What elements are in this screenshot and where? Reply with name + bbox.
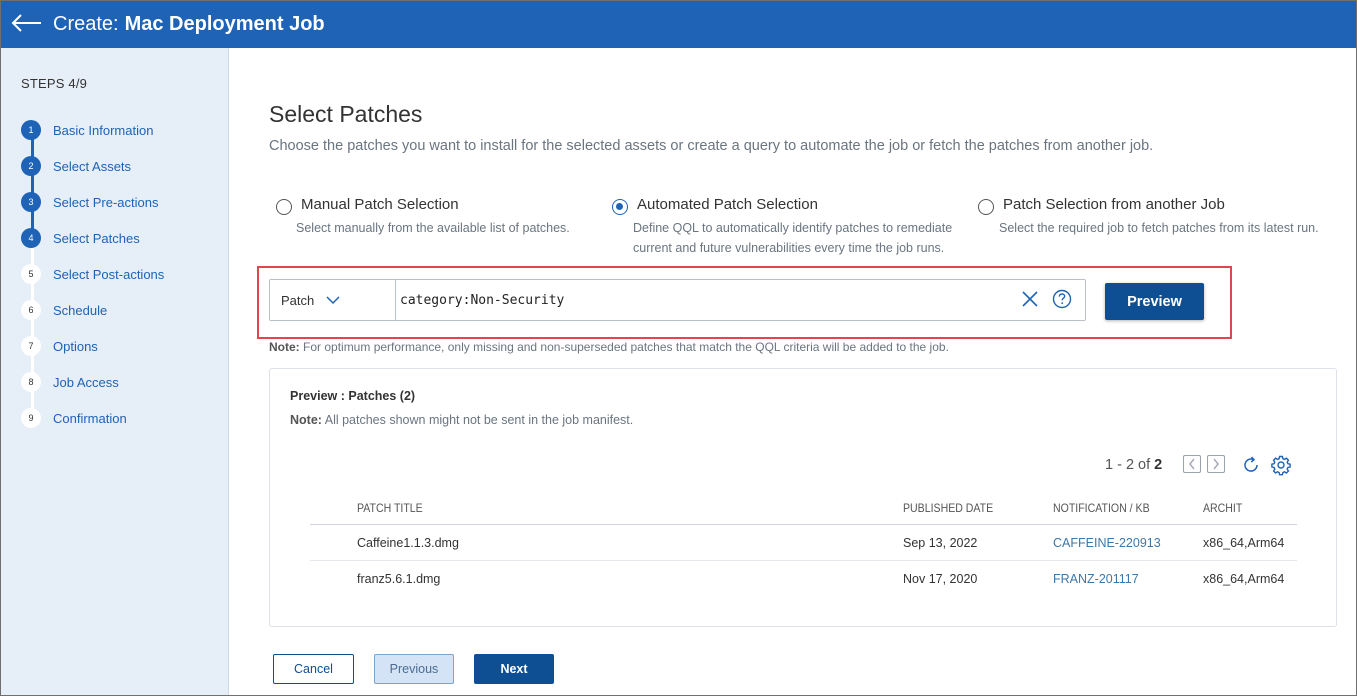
page-subtitle: Choose the patches you want to install f… <box>269 138 1154 154</box>
top-header: Create: Mac Deployment Job <box>1 1 1356 48</box>
step-select-pre-actions[interactable]: 3 Select Pre-actions <box>21 192 159 212</box>
radio-label: Patch Selection from another Job <box>1003 196 1225 213</box>
preview-button[interactable]: Preview <box>1105 283 1204 320</box>
radio-description: Define QQL to automatically identify pat… <box>633 221 953 235</box>
radio-label: Manual Patch Selection <box>301 196 459 213</box>
preview-patches-card: Preview : Patches (2) Note: All patches … <box>269 368 1337 627</box>
pagination-total: 2 <box>1154 457 1163 473</box>
column-header-notification-kb[interactable]: NOTIFICATION / KB <box>1053 501 1150 515</box>
step-label: Job Access <box>53 374 119 390</box>
step-label: Options <box>53 338 98 354</box>
refresh-icon[interactable] <box>1240 454 1262 476</box>
step-select-post-actions[interactable]: 5 Select Post-actions <box>21 264 164 284</box>
table-row[interactable]: Caffeine1.1.3.dmg Sep 13, 2022 CAFFEINE-… <box>310 525 1297 561</box>
step-number: 9 <box>21 408 41 428</box>
radio-patch-selection-from-another-job[interactable]: Patch Selection from another Job <box>978 196 1298 218</box>
step-label: Basic Information <box>53 122 154 138</box>
clear-icon[interactable] <box>1021 290 1039 308</box>
step-progress-line <box>31 130 34 238</box>
app-window: Create: Mac Deployment Job STEPS 4/9 1 Ba… <box>0 0 1357 696</box>
step-label: Select Assets <box>53 158 132 174</box>
table-row[interactable]: franz5.6.1.dmg Nov 17, 2020 FRANZ-201117… <box>310 561 1297 597</box>
cell-published-date: Sep 13, 2022 <box>903 536 978 550</box>
column-header-architecture[interactable]: ARCHIT <box>1203 501 1242 515</box>
next-page-button[interactable] <box>1207 455 1225 473</box>
query-type-value: Patch <box>281 292 315 308</box>
pagination-summary: 1 - 2 of 2 <box>1105 457 1162 473</box>
cell-patch-title: franz5.6.1.dmg <box>357 572 441 586</box>
page-header-title: Create: Mac Deployment Job <box>53 13 325 36</box>
steps-counter: STEPS 4/9 <box>21 76 88 91</box>
help-icon[interactable] <box>1052 289 1072 309</box>
cell-architecture: x86_64,Arm64 <box>1203 536 1285 550</box>
step-number: 5 <box>21 264 41 284</box>
qql-query-input[interactable] <box>395 279 1086 321</box>
step-select-patches[interactable]: 4 Select Patches <box>21 228 140 248</box>
cancel-button[interactable]: Cancel <box>273 654 354 684</box>
qql-note: Note: For optimum performance, only miss… <box>269 340 949 354</box>
radio-description: current and future vulnerabilities every… <box>633 241 945 255</box>
note-text: All patches shown might not be sent in t… <box>321 413 634 427</box>
radio-automated-patch-selection[interactable]: Automated Patch Selection <box>612 196 932 218</box>
main-content: Select Patches Choose the patches you wa… <box>230 48 1356 695</box>
chevron-down-icon <box>326 295 340 304</box>
cell-patch-title: Caffeine1.1.3.dmg <box>357 536 459 550</box>
page-title: Select Patches <box>269 101 423 127</box>
step-label: Select Post-actions <box>53 266 165 282</box>
column-header-published-date[interactable]: PUBLISHED DATE <box>903 501 993 515</box>
step-number: 4 <box>21 228 41 248</box>
steps-sidebar: STEPS 4/9 1 Basic Information 2 Select A… <box>1 48 229 695</box>
preview-note: Note: All patches shown might not be sen… <box>290 413 633 427</box>
column-header-patch-title[interactable]: PATCH TITLE <box>357 501 423 515</box>
cell-kb-link[interactable]: CAFFEINE-220913 <box>1053 536 1161 550</box>
next-button[interactable]: Next <box>474 654 554 684</box>
step-number: 2 <box>21 156 41 176</box>
step-label: Select Pre-actions <box>53 194 159 210</box>
header-job-name: Mac Deployment Job <box>124 13 325 35</box>
patches-table-header: PATCH TITLE PUBLISHED DATE NOTIFICATION … <box>310 497 1297 525</box>
cell-published-date: Nov 17, 2020 <box>903 572 978 586</box>
back-arrow-icon[interactable] <box>11 13 43 33</box>
chevron-right-icon <box>1213 458 1219 470</box>
step-number: 3 <box>21 192 41 212</box>
step-label: Confirmation <box>53 410 127 426</box>
radio-button-selected[interactable] <box>612 199 628 215</box>
step-select-assets[interactable]: 2 Select Assets <box>21 156 131 176</box>
previous-button[interactable]: Previous <box>374 654 454 684</box>
previous-page-button[interactable] <box>1183 455 1201 473</box>
preview-title: Preview : Patches (2) <box>290 389 416 403</box>
chevron-left-icon <box>1189 458 1195 470</box>
note-label: Note: <box>290 413 322 427</box>
query-type-dropdown[interactable]: Patch <box>269 279 396 321</box>
step-job-access[interactable]: 8 Job Access <box>21 372 119 392</box>
radio-button[interactable] <box>276 199 292 215</box>
step-number: 8 <box>21 372 41 392</box>
step-confirmation[interactable]: 9 Confirmation <box>21 408 127 428</box>
cell-kb-link[interactable]: FRANZ-201117 <box>1053 572 1139 586</box>
pagination-range: 1 - 2 of <box>1105 457 1155 473</box>
step-number: 1 <box>21 120 41 140</box>
step-label: Schedule <box>53 302 108 318</box>
step-number: 7 <box>21 336 41 356</box>
radio-description: Select the required job to fetch patches… <box>999 221 1319 235</box>
note-text: For optimum performance, only missing an… <box>299 340 949 354</box>
step-schedule[interactable]: 6 Schedule <box>21 300 107 320</box>
step-number: 6 <box>21 300 41 320</box>
step-basic-information[interactable]: 1 Basic Information <box>21 120 153 140</box>
cell-architecture: x86_64,Arm64 <box>1203 572 1285 586</box>
radio-manual-patch-selection[interactable]: Manual Patch Selection <box>276 196 596 218</box>
step-options[interactable]: 7 Options <box>21 336 98 356</box>
note-label: Note: <box>269 340 300 354</box>
radio-description: Select manually from the available list … <box>296 221 570 235</box>
step-label: Select Patches <box>53 230 140 246</box>
radio-label: Automated Patch Selection <box>637 196 818 213</box>
gear-icon[interactable] <box>1270 454 1292 476</box>
radio-button[interactable] <box>978 199 994 215</box>
header-prefix: Create: <box>53 13 119 35</box>
